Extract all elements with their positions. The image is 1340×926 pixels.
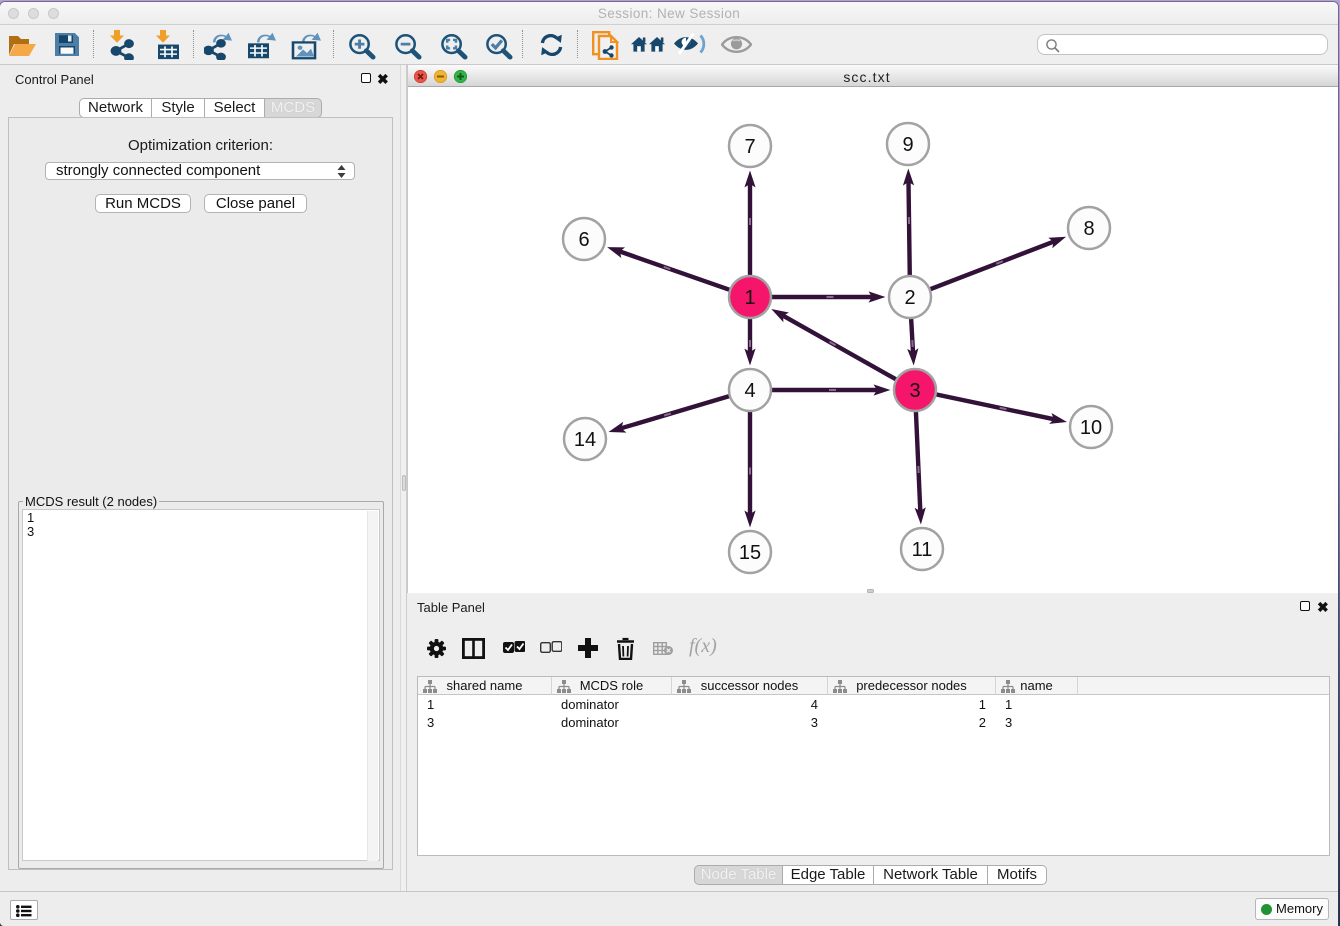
svg-text:8: 8 — [1083, 218, 1094, 240]
svg-text:2: 2 — [904, 287, 915, 309]
svg-text:3: 3 — [909, 380, 920, 402]
svg-text:1: 1 — [744, 287, 755, 309]
svg-text:14: 14 — [574, 429, 596, 451]
svg-text:6: 6 — [578, 229, 589, 251]
svg-text:4: 4 — [744, 380, 755, 402]
svg-text:7: 7 — [744, 136, 755, 158]
svg-text:10: 10 — [1080, 417, 1102, 439]
svg-text:15: 15 — [739, 542, 761, 564]
svg-text:11: 11 — [912, 539, 933, 561]
svg-text:9: 9 — [902, 134, 913, 156]
